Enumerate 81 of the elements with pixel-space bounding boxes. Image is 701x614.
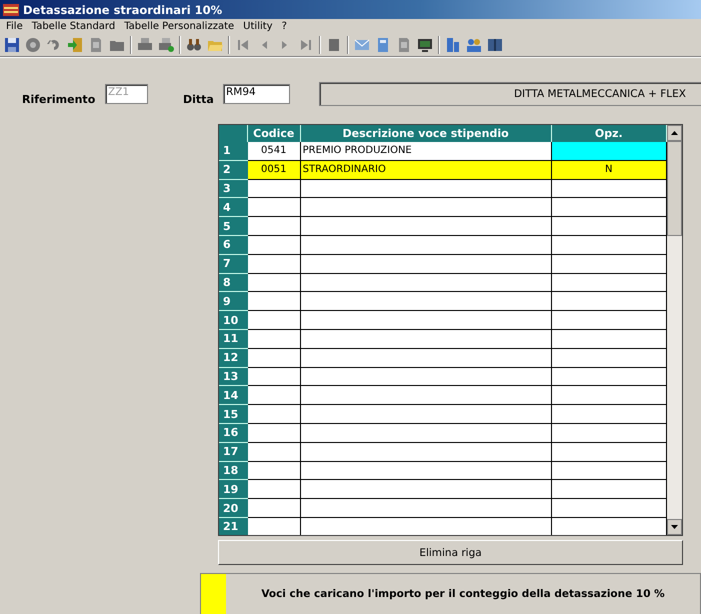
column-header: Descrizione voce stipendio <box>300 125 552 142</box>
table-cell <box>248 254 301 274</box>
input-field[interactable]: RM94 <box>223 84 290 104</box>
row-number: 14 <box>219 386 248 406</box>
envelope-icon[interactable] <box>354 37 370 53</box>
binoculars-icon[interactable] <box>186 37 202 53</box>
window-title: Detassazione straordinari 10% <box>23 2 222 16</box>
printer-icon[interactable] <box>137 37 153 53</box>
table-cell <box>248 480 301 500</box>
scrollbar-thumb[interactable] <box>667 141 682 236</box>
company-name-field: DITTA METALMECCANICA + FLEX <box>319 82 701 106</box>
delete-row-button[interactable]: Elimina riga <box>218 540 683 565</box>
table-cell <box>248 405 301 424</box>
row-number: 13 <box>219 368 248 386</box>
table-cell <box>248 217 301 236</box>
table-cell <box>248 311 301 330</box>
menu-item[interactable]: ? <box>282 21 287 32</box>
row-number: 4 <box>219 198 248 218</box>
table-cell <box>248 518 301 535</box>
scrollbar[interactable] <box>667 125 682 535</box>
table-cell: N <box>552 160 667 180</box>
row-number: 11 <box>219 330 248 349</box>
row-number: 10 <box>219 311 248 330</box>
menu-item[interactable]: Utility <box>243 21 273 32</box>
exit-icon[interactable] <box>67 37 83 53</box>
table-cell <box>248 442 301 462</box>
table-cell: STRAORDINARIO <box>300 160 552 180</box>
header-corner <box>219 125 248 142</box>
table-cell <box>248 274 301 292</box>
table-cell <box>248 499 301 518</box>
column-header: Codice <box>248 125 301 142</box>
document-icon[interactable] <box>396 37 412 53</box>
table-cell <box>248 424 301 443</box>
table-cell: PREMIO PRODUZIONE <box>300 142 552 161</box>
row-number: 2 <box>219 160 248 180</box>
field-label: Ditta <box>183 92 215 106</box>
table-cell <box>248 348 301 368</box>
undo-icon[interactable] <box>46 37 62 53</box>
scroll-down-icon[interactable] <box>667 519 682 535</box>
legend-text: Voci che caricano l'importo per il conteggio della detassazione 10 % <box>260 588 666 600</box>
monitor-icon[interactable] <box>417 37 433 53</box>
column-header: Opz. <box>552 125 667 142</box>
row-number: 18 <box>219 462 248 480</box>
app-icon <box>3 4 19 16</box>
last-icon[interactable] <box>298 37 314 53</box>
square-icon[interactable] <box>326 37 342 53</box>
table-cell: 0051 <box>248 160 301 180</box>
row-number: 3 <box>219 180 248 198</box>
book-icon[interactable] <box>487 37 503 53</box>
row-number: 19 <box>219 480 248 500</box>
scroll-up-icon[interactable] <box>667 125 682 141</box>
row-number: 15 <box>219 405 248 424</box>
document-icon[interactable] <box>88 37 104 53</box>
row-number: 5 <box>219 217 248 236</box>
menu-item[interactable]: Tabelle Personalizzate <box>124 21 234 32</box>
table-cell <box>248 198 301 218</box>
row-number: 9 <box>219 292 248 312</box>
row-number: 17 <box>219 442 248 462</box>
table-cell <box>248 236 301 255</box>
row-number: 12 <box>219 348 248 368</box>
save-icon[interactable] <box>4 37 20 53</box>
table-cell <box>248 368 301 386</box>
printer-icon[interactable] <box>158 37 174 53</box>
table-cell <box>248 180 301 198</box>
table-cell <box>248 386 301 406</box>
row-number: 1 <box>219 142 248 161</box>
row-number: 20 <box>219 499 248 518</box>
row-number: 21 <box>219 518 248 535</box>
table-cell: 0541 <box>248 142 301 161</box>
people-icon[interactable] <box>466 37 482 53</box>
field-label: Riferimento <box>22 92 96 106</box>
row-number: 7 <box>219 254 248 274</box>
row-number: 6 <box>219 236 248 255</box>
row-number: 16 <box>219 424 248 443</box>
row-number: 8 <box>219 274 248 292</box>
table-cell <box>248 330 301 349</box>
menu-item[interactable]: Tabelle Standard <box>32 21 116 32</box>
menu-item[interactable]: File <box>6 21 23 32</box>
table-cell <box>248 292 301 312</box>
table-cell <box>248 462 301 480</box>
first-icon[interactable] <box>235 37 251 53</box>
